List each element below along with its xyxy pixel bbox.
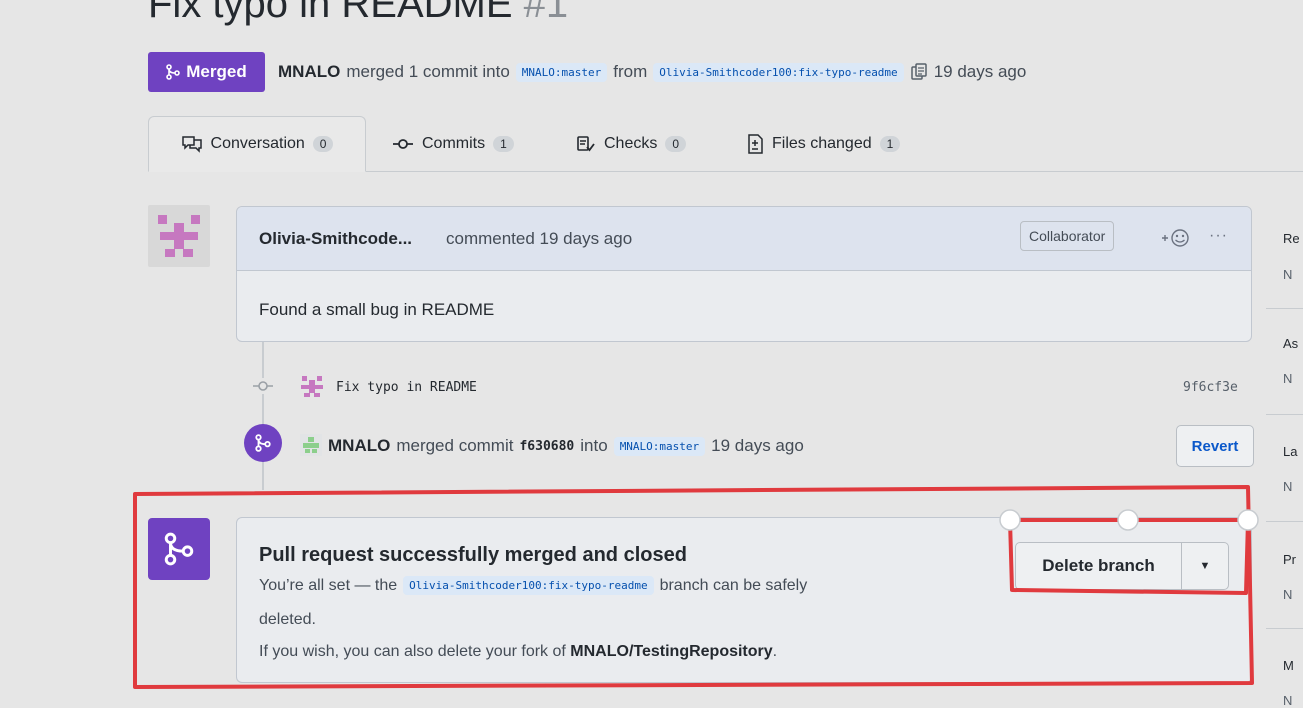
sidebar-divider (1266, 414, 1303, 415)
sidebar-value: N (1283, 587, 1293, 602)
timeline-rail (262, 342, 264, 490)
file-diff-icon (748, 134, 763, 154)
from-text: from (613, 62, 648, 81)
tab-checks[interactable]: Checks 0 (576, 116, 687, 172)
caret-down-icon: ▼ (1199, 560, 1211, 572)
kebab-menu-icon[interactable]: ··· (1209, 227, 1228, 245)
merge-icon (255, 434, 271, 452)
sidebar-divider (1266, 308, 1303, 309)
checklist-icon (577, 136, 595, 152)
sidebar-label[interactable]: As (1283, 336, 1298, 351)
role-badge: Collaborator (1020, 221, 1115, 251)
delete-branch-button[interactable]: Delete branch (1016, 543, 1182, 589)
merge-summary: MNALO merged 1 commit into MNALO:master … (278, 62, 1026, 82)
merge-time: 19 days ago (933, 62, 1027, 81)
merge-event-into: into (580, 436, 608, 455)
sidebar-label[interactable]: Re (1283, 231, 1300, 246)
delete-branch-button-group: Delete branch ▼ (1015, 542, 1229, 590)
sidebar-value: N (1283, 371, 1293, 386)
fork-repo-link[interactable]: MNALO/TestingRepository (570, 643, 772, 660)
sidebar-divider (1266, 521, 1303, 522)
merge-actor-link[interactable]: MNALO (328, 436, 390, 456)
copy-icon[interactable] (910, 63, 928, 81)
tab-commits[interactable]: Commits 1 (392, 116, 514, 172)
merge-event-action: merged commit (396, 436, 514, 455)
git-commit-icon (393, 139, 413, 149)
avatar[interactable] (148, 205, 210, 267)
tab-counter: 0 (312, 136, 334, 152)
commit-dot-icon (253, 378, 273, 394)
sidebar-value: N (1283, 479, 1293, 494)
merge-status-line1: You’re all set — the Olivia-Smithcoder10… (259, 576, 807, 595)
sidebar-divider (1266, 628, 1303, 629)
tab-label: Commits (422, 135, 486, 152)
merge-summary-text: merged 1 commit into (346, 62, 510, 81)
merge-status-heading: Pull request successfully merged and clo… (259, 544, 687, 566)
identicon-icon (158, 215, 200, 257)
merge-event-branch-chip[interactable]: MNALO:master (613, 436, 706, 456)
merger-avatar[interactable] (300, 434, 322, 461)
merge-status-line1-prefix: You’re all set — the (259, 576, 398, 594)
tab-label: Checks (604, 135, 658, 152)
merge-status-line2: deleted. (259, 611, 316, 628)
merge-event-text: MNALO merged commit f630680 into MNALO:m… (328, 436, 804, 456)
merge-status-line3-prefix: If you wish, you can also delete your fo… (259, 643, 566, 660)
comment-author[interactable]: Olivia-Smithcode... (259, 229, 412, 249)
deletable-branch-chip[interactable]: Olivia-Smithcoder100:fix-typo-readme (403, 576, 654, 595)
revert-button[interactable]: Revert (1176, 425, 1254, 467)
sidebar-label[interactable]: M (1283, 658, 1294, 673)
tab-counter: 1 (879, 136, 901, 152)
pr-number: #1 (523, 0, 569, 26)
comment-header: Olivia-Smithcode... commented 19 days ag… (237, 207, 1251, 271)
sidebar-label[interactable]: Pr (1283, 552, 1296, 567)
tab-counter: 1 (493, 136, 514, 152)
commit-message-link[interactable]: Fix typo in README (336, 380, 477, 395)
merge-icon (164, 532, 194, 566)
add-reaction-icon[interactable] (1161, 228, 1191, 253)
merge-status-line3-suffix: . (772, 643, 778, 660)
pr-title-text: Fix typo in README (148, 0, 513, 26)
tab-files-changed[interactable]: Files changed 1 (746, 116, 901, 172)
head-branch-chip[interactable]: Olivia-Smithcoder100:fix-typo-readme (653, 62, 904, 82)
merge-event-time: 19 days ago (711, 436, 804, 455)
merge-status-line3: If you wish, you can also delete your fo… (259, 643, 777, 661)
tab-conversation[interactable]: Conversation 0 (148, 116, 366, 172)
base-branch-chip[interactable]: MNALO:master (515, 62, 608, 82)
commit-author-avatar[interactable] (298, 373, 326, 404)
merge-commit-sha-link[interactable]: f630680 (519, 439, 574, 454)
status-badge: Merged (148, 52, 265, 92)
tab-label: Conversation (210, 135, 305, 152)
comment-action: commented 19 days ago (446, 229, 633, 248)
comment-discussion-icon (181, 136, 202, 153)
merge-icon (166, 64, 181, 80)
tab-label: Files changed (772, 135, 872, 152)
merger-link[interactable]: MNALO (278, 62, 340, 82)
sidebar-value: N (1283, 267, 1293, 282)
comment-card: Olivia-Smithcode... commented 19 days ag… (236, 206, 1252, 342)
sidebar-label[interactable]: La (1283, 444, 1297, 459)
merge-event-badge (244, 424, 282, 462)
status-badge-label: Merged (186, 62, 247, 81)
merge-status-line1-suffix: branch can be safely (659, 576, 808, 594)
comment-body: Found a small bug in README (259, 300, 495, 319)
commit-sha-link[interactable]: 9f6cf3e (1183, 380, 1238, 395)
pr-title: Fix typo in README #1 (148, 0, 568, 27)
delete-branch-dropdown[interactable]: ▼ (1182, 543, 1228, 589)
merged-status-avatar (148, 518, 210, 580)
tab-counter: 0 (665, 136, 687, 152)
